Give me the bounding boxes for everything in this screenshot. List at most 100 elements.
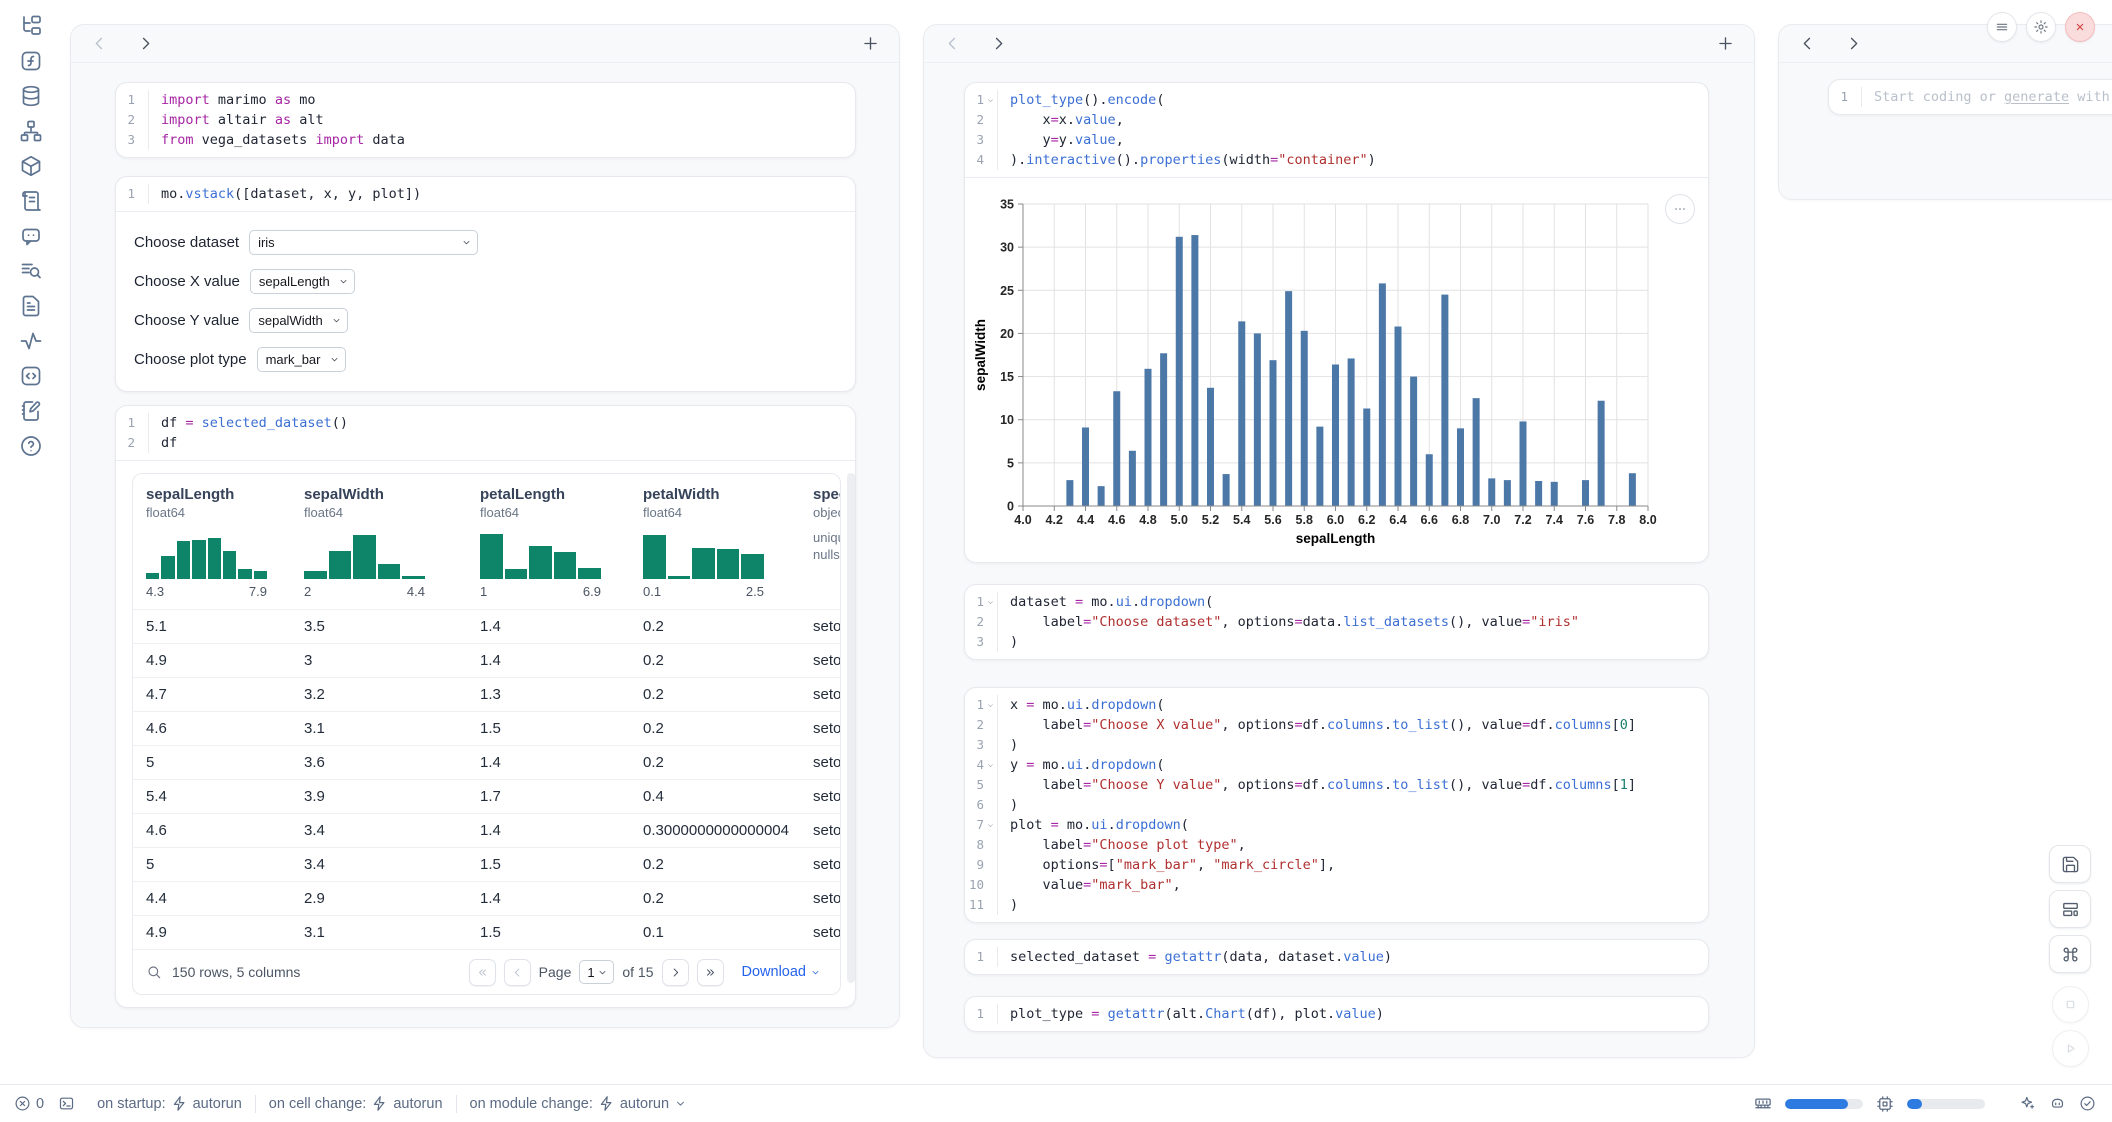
sidebar-tracing-button[interactable] (19, 329, 43, 353)
table-row[interactable]: 5.43.91.70.4setos (133, 779, 840, 813)
code-line[interactable]: 5 label="Choose Y value", options=df.col… (965, 775, 1708, 795)
table-search-button[interactable] (146, 964, 162, 980)
code-line[interactable]: 11) (965, 895, 1708, 915)
shortcuts-button[interactable] (2049, 935, 2091, 973)
code-line[interactable]: 1df = selected_dataset() (116, 413, 855, 433)
code-line[interactable]: 2 x=x.value, (965, 110, 1708, 130)
code-line[interactable]: 3from vega_datasets import data (116, 130, 855, 150)
ai-assist-button[interactable] (2019, 1095, 2036, 1112)
code-line[interactable]: 10 value="mark_bar", (965, 875, 1708, 895)
table-row[interactable]: 53.41.50.2setos (133, 847, 840, 881)
on-startup-setting[interactable]: on startup: autorun (97, 1095, 242, 1112)
sidebar-snippets-button[interactable] (19, 364, 43, 388)
cell-chart[interactable]: 1plot_type().encode(2 x=x.value,3 y=y.va… (964, 82, 1709, 563)
column-header-speci[interactable]: speciobjecuniqunulls: (813, 486, 840, 599)
table-row[interactable]: 4.931.40.2setos (133, 643, 840, 677)
fold-chevron-icon[interactable] (984, 592, 997, 612)
code-line[interactable]: 2 label="Choose X value", options=df.col… (965, 715, 1708, 735)
code-line[interactable]: 1x = mo.ui.dropdown( (965, 695, 1708, 715)
choose-y-value-select[interactable]: sepalWidth (249, 308, 348, 333)
table-row[interactable]: 4.73.21.30.2setos (133, 677, 840, 711)
add-column-button[interactable] (1716, 34, 1735, 53)
code-line[interactable]: 1plot_type().encode( (965, 90, 1708, 110)
code-editor[interactable]: 1x = mo.ui.dropdown(2 label="Choose X va… (965, 688, 1708, 922)
sidebar-help-button[interactable] (19, 434, 43, 458)
run-button[interactable] (2052, 1030, 2089, 1067)
cell-placeholder[interactable]: Start coding or generate with AI (1861, 87, 2112, 107)
table-row[interactable]: 4.63.11.50.2setos (133, 711, 840, 745)
first-page-button[interactable] (469, 959, 496, 986)
column-next-button[interactable] (136, 34, 155, 53)
column-header-sepalWidth[interactable]: sepalWidthfloat6424.4 (304, 486, 480, 599)
next-page-button[interactable] (662, 959, 689, 986)
code-editor[interactable]: 1import marimo as mo2import altair as al… (116, 83, 855, 157)
download-button[interactable]: Download (736, 963, 828, 981)
terminal-button[interactable] (58, 1095, 75, 1112)
table-row[interactable]: 5.13.51.40.2setos (133, 609, 840, 643)
fold-chevron-icon[interactable] (984, 695, 997, 715)
sidebar-dependencies-button[interactable] (19, 119, 43, 143)
fold-chevron-icon[interactable] (984, 755, 997, 775)
code-line[interactable]: 4).interactive().properties(width="conta… (965, 150, 1708, 170)
table-row[interactable]: 4.42.91.40.2setos (133, 881, 840, 915)
sidebar-documentation-button[interactable] (19, 294, 43, 318)
code-line[interactable]: 2import altair as alt (116, 110, 855, 130)
code-editor[interactable]: 1plot_type().encode(2 x=x.value,3 y=y.va… (965, 83, 1708, 177)
column-prev-button[interactable] (943, 34, 962, 53)
code-line[interactable]: 7plot = mo.ui.dropdown( (965, 815, 1708, 835)
on-module-change-setting[interactable]: on module change: autorun (470, 1095, 688, 1112)
code-line[interactable]: 1dataset = mo.ui.dropdown( (965, 592, 1708, 612)
sidebar-notebook-button[interactable] (19, 399, 43, 423)
code-line[interactable]: 1plot_type = getattr(alt.Chart(df), plot… (965, 1004, 1708, 1024)
code-line[interactable]: 1selected_dataset = getattr(data, datase… (965, 947, 1708, 967)
altair-bar-chart[interactable]: 4.04.24.44.64.85.05.25.45.65.86.06.26.46… (965, 178, 1709, 562)
prev-page-button[interactable] (504, 959, 531, 986)
fold-chevron-icon[interactable] (984, 815, 997, 835)
add-column-button[interactable] (861, 34, 880, 53)
close-button[interactable] (2065, 12, 2095, 42)
cell-dataset-dropdown[interactable]: 1dataset = mo.ui.dropdown(2 label="Choos… (964, 584, 1709, 660)
column-header-petalLength[interactable]: petalLengthfloat6416.9 (480, 486, 643, 599)
column-next-button[interactable] (1844, 34, 1863, 53)
cell-dataframe[interactable]: 1df = selected_dataset()2df sepalLengthf… (115, 405, 856, 1008)
sidebar-file-tree-button[interactable] (19, 14, 43, 38)
settings-button[interactable] (2026, 12, 2056, 42)
code-editor[interactable]: 1mo.vstack([dataset, x, y, plot]) (116, 177, 855, 211)
code-line[interactable]: 1import marimo as mo (116, 90, 855, 110)
column-next-button[interactable] (989, 34, 1008, 53)
errors-indicator[interactable]: 0 (14, 1095, 44, 1112)
code-editor[interactable]: 1dataset = mo.ui.dropdown(2 label="Choos… (965, 585, 1708, 659)
cell-imports[interactable]: 1import marimo as mo2import altair as al… (115, 82, 856, 158)
sidebar-database-button[interactable] (19, 84, 43, 108)
code-line[interactable]: 3) (965, 735, 1708, 755)
copilot-button[interactable] (2049, 1095, 2066, 1112)
stop-button[interactable] (2052, 986, 2089, 1023)
sidebar-scratchpad-button[interactable] (19, 189, 43, 213)
cell-ui-stack[interactable]: 1mo.vstack([dataset, x, y, plot]) Choose… (115, 176, 856, 392)
cell-plot-type[interactable]: 1plot_type = getattr(alt.Chart(df), plot… (964, 996, 1709, 1032)
code-editor[interactable]: 1plot_type = getattr(alt.Chart(df), plot… (965, 997, 1708, 1031)
choose-plot-type-select[interactable]: mark_bar (257, 347, 346, 372)
fold-chevron-icon[interactable] (984, 90, 997, 110)
on-cell-change-setting[interactable]: on cell change: autorun (269, 1095, 443, 1112)
column-prev-button[interactable] (90, 34, 109, 53)
sidebar-logs-button[interactable] (19, 259, 43, 283)
empty-cell[interactable]: 1 Start coding or generate with AI (1828, 79, 2112, 115)
code-line[interactable]: 6) (965, 795, 1708, 815)
table-row[interactable]: 4.63.41.40.3000000000000004setos (133, 813, 840, 847)
code-line[interactable]: 9 options=["mark_bar", "mark_circle"], (965, 855, 1708, 875)
code-editor[interactable]: 1df = selected_dataset()2df (116, 406, 855, 460)
last-page-button[interactable] (697, 959, 724, 986)
connection-status-button[interactable] (2079, 1095, 2096, 1112)
code-line[interactable]: 3 y=y.value, (965, 130, 1708, 150)
cell-xy-plot-dropdowns[interactable]: 1x = mo.ui.dropdown(2 label="Choose X va… (964, 687, 1709, 923)
code-line[interactable]: 4y = mo.ui.dropdown( (965, 755, 1708, 775)
sidebar-packages-button[interactable] (19, 154, 43, 178)
code-line[interactable]: 2df (116, 433, 855, 453)
table-row[interactable]: 4.93.11.50.1setos (133, 915, 840, 949)
code-line[interactable]: 3) (965, 632, 1708, 652)
choose-dataset-select[interactable]: iris (249, 230, 478, 255)
column-header-petalWidth[interactable]: petalWidthfloat640.12.5 (643, 486, 813, 599)
layout-toggle-button[interactable] (2049, 890, 2091, 928)
save-button[interactable] (2049, 845, 2091, 883)
